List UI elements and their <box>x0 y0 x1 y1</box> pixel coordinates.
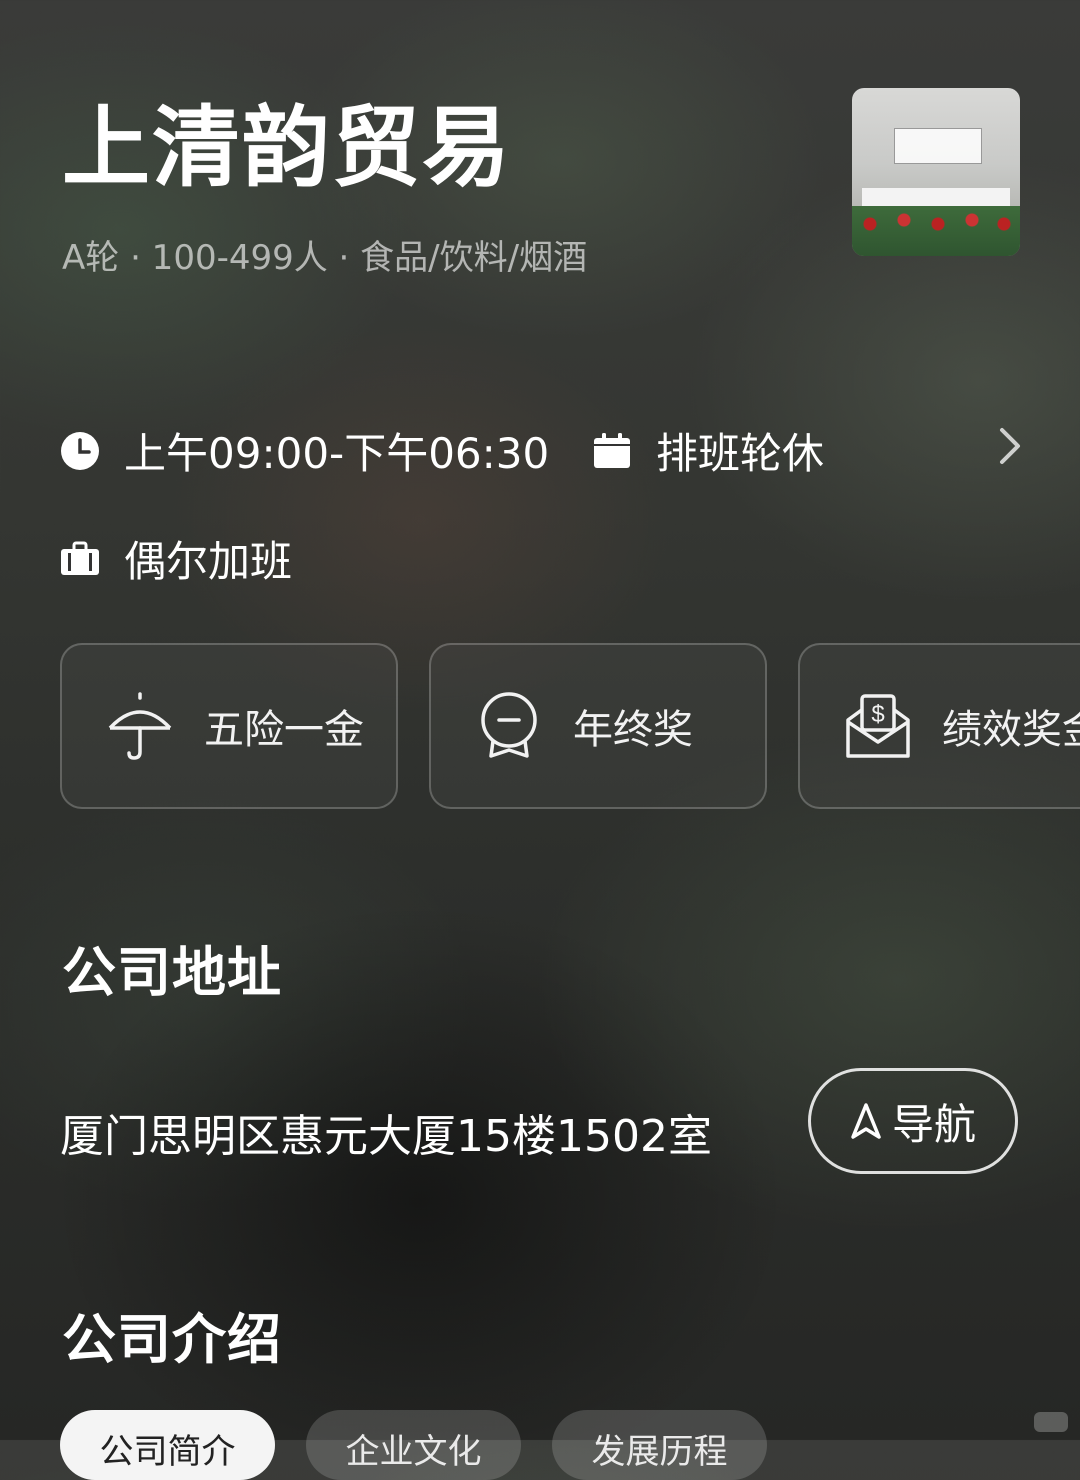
navigation-arrow-icon <box>851 1103 881 1139</box>
overtime-text: 偶尔加班 <box>124 537 293 586</box>
intro-section-title: 公司介绍 <box>62 1308 282 1371</box>
work-hours: 上午09:00-下午06:30 <box>60 420 549 481</box>
medal-icon <box>481 692 537 758</box>
tab-label: 公司简介 <box>99 1432 236 1472</box>
company-meta: A轮 · 100-499人 · 食品/饮料/烟酒 <box>62 238 588 278</box>
benefit-label: 绩效奖金 <box>942 707 1080 753</box>
benefit-card[interactable]: 五险一金 <box>60 643 398 809</box>
clock-icon <box>61 431 99 470</box>
photo-sign-graphic <box>894 128 982 164</box>
work-hours-text: 上午09:00-下午06:30 <box>124 429 550 478</box>
svg-text:$: $ <box>871 701 884 728</box>
watermark-logo <box>1034 1412 1068 1432</box>
company-photo[interactable] <box>852 88 1020 256</box>
photo-desk-graphic <box>862 188 1010 206</box>
chevron-right-icon[interactable] <box>994 426 1024 466</box>
overtime-info: 偶尔加班 <box>60 528 292 589</box>
money-envelope-icon: $ <box>846 694 910 758</box>
benefit-card[interactable]: 年终奖 <box>429 643 767 809</box>
tab-development-history[interactable]: 发展历程 <box>552 1410 767 1480</box>
company-address: 厦门思明区惠元大厦15楼1502室 <box>60 1111 712 1162</box>
navigate-button[interactable]: 导航 <box>808 1068 1018 1174</box>
calendar-icon <box>594 432 630 468</box>
umbrella-icon <box>108 692 172 760</box>
company-name: 上清韵贸易 <box>62 96 513 199</box>
photo-plants-graphic <box>852 206 1020 256</box>
benefit-label: 五险一金 <box>204 707 364 753</box>
navigate-button-label: 导航 <box>891 1099 976 1149</box>
work-shift[interactable]: 排班轮休 <box>592 420 824 481</box>
benefit-label: 年终奖 <box>573 707 693 753</box>
work-shift-text: 排班轮休 <box>656 429 825 478</box>
tab-label: 企业文化 <box>345 1432 482 1472</box>
address-section-title: 公司地址 <box>62 941 282 1004</box>
tab-company-profile[interactable]: 公司简介 <box>60 1410 275 1480</box>
tab-label: 发展历程 <box>591 1432 728 1472</box>
briefcase-icon <box>61 541 99 575</box>
tab-company-culture[interactable]: 企业文化 <box>306 1410 521 1480</box>
benefit-card[interactable]: $ 绩效奖金 <box>798 643 1080 809</box>
